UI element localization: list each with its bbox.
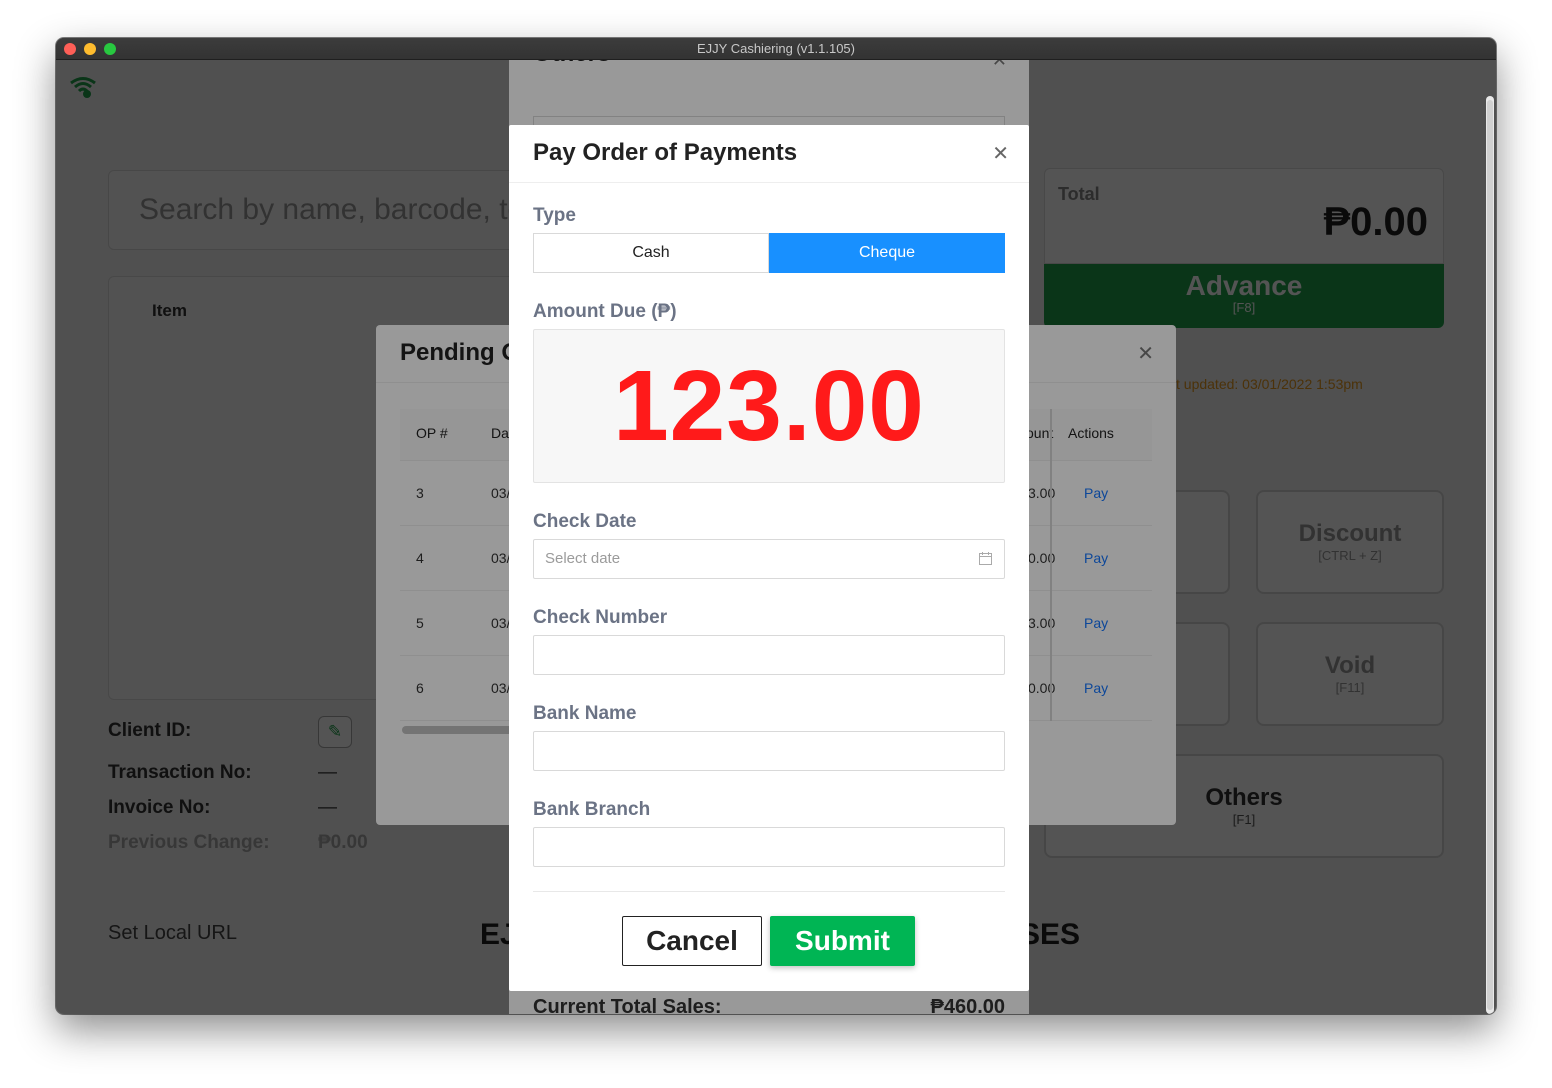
divider — [509, 182, 1029, 183]
cancel-button[interactable]: Cancel — [622, 916, 762, 966]
bank-branch-label: Bank Branch — [533, 799, 651, 820]
check-number-input[interactable] — [533, 635, 1005, 675]
vertical-scrollbar-thumb[interactable] — [1487, 100, 1493, 1010]
payment-type-toggle: Cash Cheque — [533, 233, 1005, 273]
submit-button[interactable]: Submit — [770, 916, 915, 966]
window-maximize-button[interactable] — [104, 43, 116, 55]
close-icon[interactable]: ✕ — [992, 141, 1009, 166]
window-title: EJJY Cashiering (v1.1.105) — [696, 41, 855, 56]
app-content: Search by name, barcode, te Item Total ₱… — [56, 60, 1496, 1014]
window-minimize-button[interactable] — [84, 43, 96, 55]
type-label: Type — [533, 205, 576, 226]
bank-name-input[interactable] — [533, 731, 1005, 771]
amount-due-display: 123.00 — [533, 329, 1005, 483]
type-cash-button[interactable]: Cash — [533, 233, 769, 273]
calendar-icon — [979, 552, 992, 565]
window-close-button[interactable] — [64, 43, 76, 55]
check-date-placeholder: Select date — [545, 550, 621, 567]
divider — [533, 891, 1005, 892]
check-date-picker[interactable]: Select date — [533, 539, 1005, 579]
app-window: EJJY Cashiering (v1.1.105) Search by nam… — [56, 38, 1496, 1014]
amount-due-label: Amount Due (₱) — [533, 301, 677, 322]
amount-due-value: 123.00 — [613, 349, 925, 462]
pay-order-modal: Pay Order of Payments ✕ Type Cash Cheque… — [509, 125, 1029, 991]
check-date-label: Check Date — [533, 511, 637, 532]
bank-branch-input[interactable] — [533, 827, 1005, 867]
type-cheque-button[interactable]: Cheque — [769, 233, 1005, 273]
bank-name-label: Bank Name — [533, 703, 637, 724]
title-bar: EJJY Cashiering (v1.1.105) — [56, 38, 1496, 60]
modal-title: Pay Order of Payments — [533, 139, 798, 166]
check-number-label: Check Number — [533, 607, 668, 628]
